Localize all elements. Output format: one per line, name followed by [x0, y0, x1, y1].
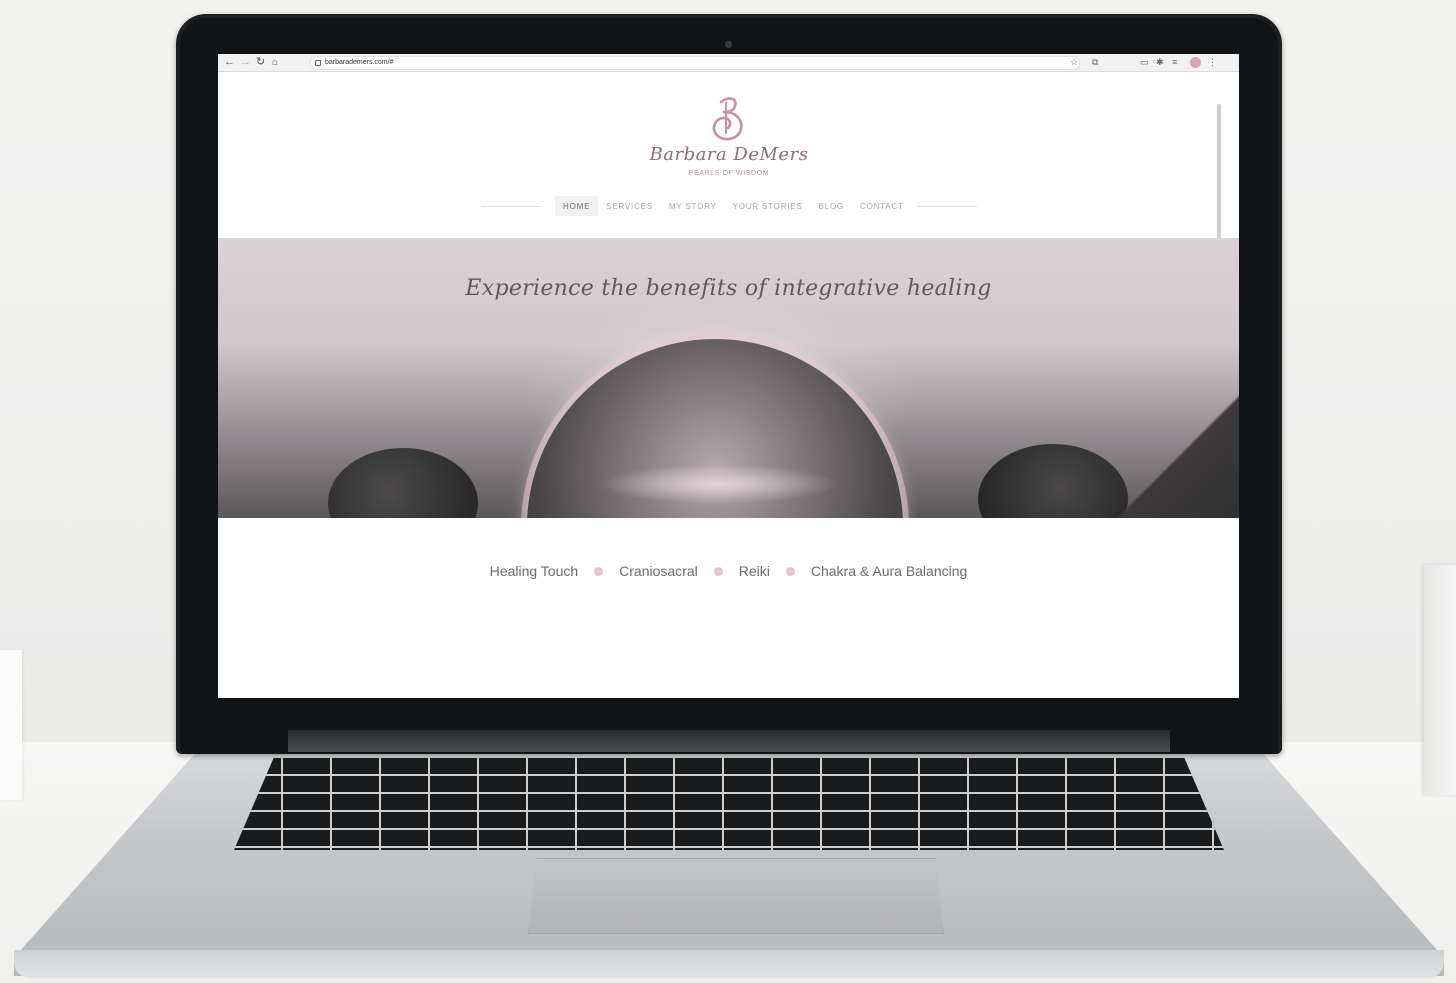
- laptop-trackpad: [528, 858, 944, 934]
- laptop-hinge: [288, 730, 1170, 752]
- bullet-dot-icon: [594, 566, 604, 576]
- address-bar-url: barbarademers.com/#: [325, 59, 394, 66]
- nav-my-story[interactable]: MY STORY: [661, 196, 725, 216]
- brand-name: Barbara DeMers: [649, 144, 809, 165]
- b-monogram-icon[interactable]: [708, 94, 752, 144]
- laptop-front-edge: [14, 950, 1444, 978]
- bullet-dot-icon: [713, 566, 723, 576]
- main-navigation: HOME SERVICES MY STORY YOUR STORIES BLOG…: [555, 196, 912, 216]
- hero-slope: [1038, 388, 1239, 518]
- nav-blog[interactable]: BLOG: [811, 196, 852, 216]
- webcam-icon: [725, 41, 732, 48]
- menu-kebab-icon[interactable]: ⋮: [1208, 57, 1217, 67]
- address-bar[interactable]: barbarademers.com/#: [310, 56, 1080, 70]
- laptop-keyboard: [234, 758, 1224, 850]
- hero-headline: Experience the benefits of integrative h…: [465, 276, 992, 301]
- service-craniosacral[interactable]: Craniosacral: [619, 562, 698, 580]
- cast-icon[interactable]: ▭: [1140, 57, 1149, 67]
- page-scrollbar[interactable]: [1217, 104, 1221, 244]
- nav-divider-left: [481, 206, 541, 207]
- background-object-left: [0, 650, 22, 800]
- reading-list-icon[interactable]: ≡: [1172, 57, 1177, 67]
- extensions-puzzle-icon[interactable]: ✱: [1156, 57, 1164, 67]
- hero-banner: Experience the benefits of integrative h…: [218, 238, 1239, 518]
- home-icon[interactable]: ⌂: [272, 56, 278, 69]
- browser-window: ← → ↻ ⌂ barbarademers.com/# ☆ ⧉ ▭ ✱ ≡ ⋮ …: [218, 54, 1239, 698]
- nav-home[interactable]: HOME: [555, 196, 599, 216]
- nav-divider-right: [917, 206, 977, 207]
- translate-icon[interactable]: ⧉: [1092, 57, 1098, 67]
- back-arrow-icon[interactable]: ←: [224, 56, 235, 69]
- brand-tagline: PEARLS OF WISDOM: [688, 170, 770, 177]
- bullet-dot-icon: [785, 566, 795, 576]
- browser-toolbar: ← → ↻ ⌂ barbarademers.com/# ☆ ⧉ ▭ ✱ ≡ ⋮: [218, 54, 1239, 72]
- nav-your-stories[interactable]: YOUR STORIES: [725, 196, 811, 216]
- bookmark-star-icon[interactable]: ☆: [1070, 57, 1078, 67]
- service-chakra-aura[interactable]: Chakra & Aura Balancing: [811, 562, 967, 580]
- background-books-right: [1424, 565, 1456, 795]
- profile-avatar-icon[interactable]: [1190, 57, 1201, 68]
- service-healing-touch[interactable]: Healing Touch: [490, 562, 578, 580]
- hero-rock-left: [328, 448, 478, 518]
- nav-contact[interactable]: CONTACT: [852, 196, 912, 216]
- reload-icon[interactable]: ↻: [256, 56, 265, 69]
- services-list: Healing Touch Craniosacral Reiki Chakra …: [218, 562, 1239, 580]
- lock-icon: [315, 60, 321, 66]
- hero-orb-highlight: [598, 464, 838, 504]
- service-reiki[interactable]: Reiki: [739, 562, 770, 580]
- nav-services[interactable]: SERVICES: [598, 196, 661, 216]
- forward-arrow-icon[interactable]: →: [240, 56, 251, 69]
